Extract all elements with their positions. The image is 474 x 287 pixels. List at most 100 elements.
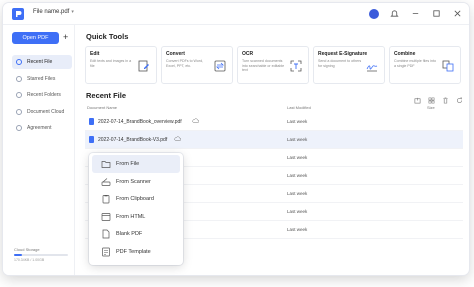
star-icon <box>16 75 22 82</box>
table-header: Document Name Last Modified Size <box>85 103 463 113</box>
document-title-tab[interactable]: File name.pdf ▾ <box>33 9 74 15</box>
cloud-storage-amount: 170.34KB / 1.00GB <box>14 258 45 262</box>
ocr-icon <box>290 60 302 72</box>
scanner-icon <box>101 177 111 186</box>
recent-file-title: Recent File <box>86 91 127 100</box>
sidebar-item-label: Recent Folders <box>27 92 61 98</box>
add-button[interactable]: + <box>63 32 68 43</box>
tool-card-ocr[interactable]: OCR Turn scanned documents into searchab… <box>237 46 309 84</box>
column-last-modified[interactable]: Last Modified <box>287 105 311 110</box>
pdf-file-icon <box>89 136 94 143</box>
create-pdf-menu: From File From Scanner From Clipboard Fr… <box>89 153 183 265</box>
last-modified: Last week <box>287 227 308 232</box>
chevron-down-icon: ▾ <box>71 9 74 15</box>
grid-view-icon[interactable] <box>428 91 435 104</box>
sidebar-item-label: Agreement <box>27 125 52 131</box>
tool-card-combine[interactable]: Combine Combine multiple files into a si… <box>389 46 461 84</box>
file-name: 2022-07-14_BrandBook-V3.pdf <box>98 137 168 143</box>
sidebar: Open PDF + Recent File Starred Files Rec… <box>3 25 75 275</box>
last-modified: Last week <box>287 209 308 214</box>
combine-icon <box>442 60 454 72</box>
sidebar-item-document-cloud[interactable]: Document Cloud <box>12 105 72 119</box>
column-document-name[interactable]: Document Name <box>87 105 117 110</box>
menu-item-from-html[interactable]: From HTML <box>92 208 180 226</box>
file-name: 2022-07-14_BrandBook_overview.pdf <box>98 119 182 125</box>
tool-card-desc: Edit texts and images in a file <box>90 59 132 68</box>
agreement-icon <box>16 125 22 131</box>
delete-icon[interactable] <box>442 91 449 104</box>
avatar-icon[interactable] <box>368 8 379 19</box>
menu-item-from-scanner[interactable]: From Scanner <box>92 173 180 191</box>
storage-progress-fill <box>14 254 23 256</box>
tool-card-convert[interactable]: Convert Convert PDFs to Word, Excel, PPT… <box>161 46 233 84</box>
sidebar-item-starred-files[interactable]: Starred Files <box>12 72 72 86</box>
last-modified: Last week <box>287 137 308 142</box>
last-modified: Last week <box>287 173 308 178</box>
tool-card-desc: Send a document to others for signing <box>318 59 362 68</box>
cloud-storage-label: Cloud Storage <box>14 247 40 252</box>
sidebar-nav: Recent File Starred Files Recent Folders… <box>12 55 72 138</box>
folder-icon <box>16 92 22 98</box>
sidebar-item-label: Starred Files <box>27 75 56 82</box>
last-modified: Last week <box>287 119 308 124</box>
title-bar: File name.pdf ▾ <box>3 3 469 25</box>
clipboard-icon <box>102 195 110 204</box>
tool-card-title: Combine <box>394 51 416 57</box>
menu-item-label: Blank PDF <box>116 231 143 237</box>
menu-item-label: From HTML <box>116 213 146 220</box>
menu-item-pdf-template[interactable]: PDF Template <box>92 243 180 261</box>
template-icon <box>102 247 110 256</box>
cloud-icon <box>192 118 199 123</box>
last-modified: Last week <box>287 155 308 160</box>
app-window: File name.pdf ▾ Open PDF + Recent File S… <box>3 3 469 275</box>
folder-icon <box>101 161 111 168</box>
clock-icon <box>16 59 22 65</box>
menu-item-blank-pdf[interactable]: Blank PDF <box>92 225 180 243</box>
menu-item-label: From Clipboard <box>116 196 154 202</box>
tool-card-desc: Combine multiple files into a single PDF <box>394 59 436 68</box>
upload-icon[interactable] <box>414 91 421 104</box>
tool-card-title: Request E-Signature <box>318 51 368 57</box>
cloud-storage: Cloud Storage 170.34KB / 1.00GB <box>14 247 68 262</box>
pdf-file-icon <box>89 118 94 125</box>
html-icon <box>101 212 111 221</box>
storage-progress-bar <box>14 254 68 256</box>
last-modified: Last week <box>287 191 308 196</box>
sidebar-item-recent-folders[interactable]: Recent Folders <box>12 88 72 102</box>
menu-item-from-clipboard[interactable]: From Clipboard <box>92 190 180 208</box>
tool-card-desc: Convert PDFs to Word, Excel, PPT, etc. <box>166 59 204 68</box>
tool-card-title: Convert <box>166 51 185 57</box>
signature-icon <box>366 65 378 72</box>
table-row[interactable]: 2022-07-14_BrandBook_overview.pdf Last w… <box>85 113 463 131</box>
column-size[interactable]: Size <box>427 105 435 110</box>
edit-icon <box>138 60 149 72</box>
sidebar-item-label: Recent File <box>27 59 53 65</box>
bell-icon[interactable] <box>389 8 400 19</box>
sidebar-item-agreement[interactable]: Agreement <box>12 121 72 135</box>
tool-card-title: OCR <box>242 51 254 57</box>
menu-item-label: PDF Template <box>116 248 151 255</box>
tool-card-request-e-signature[interactable]: Request E-Signature Send a document to o… <box>313 46 385 84</box>
blank-pdf-icon <box>102 229 110 239</box>
refresh-icon[interactable] <box>456 91 463 103</box>
maximize-icon[interactable] <box>431 8 442 19</box>
open-pdf-button[interactable]: Open PDF <box>12 32 59 44</box>
cloud-icon <box>16 108 22 115</box>
sidebar-item-label: Document Cloud <box>27 108 65 115</box>
quick-tools-title: Quick Tools <box>86 32 129 41</box>
minimize-icon[interactable] <box>410 8 421 19</box>
tool-card-title: Edit <box>90 51 100 57</box>
table-row-selected[interactable]: 2022-07-14_BrandBook-V3.pdf Last week <box>85 131 463 149</box>
tool-card-edit[interactable]: Edit Edit texts and images in a file <box>85 46 157 84</box>
tool-card-desc: Turn scanned documents into searchable o… <box>242 59 285 72</box>
menu-item-label: From File <box>116 161 140 167</box>
convert-icon <box>214 60 226 72</box>
app-logo-icon <box>12 8 24 20</box>
menu-item-from-file[interactable]: From File <box>92 155 180 173</box>
close-icon[interactable] <box>452 8 463 19</box>
document-title: File name.pdf <box>33 9 70 15</box>
cloud-icon <box>174 136 181 141</box>
quick-tools-cards: Edit Edit texts and images in a file Con… <box>85 46 461 84</box>
menu-item-label: From Scanner <box>116 178 151 185</box>
sidebar-item-recent-file[interactable]: Recent File <box>12 55 72 69</box>
